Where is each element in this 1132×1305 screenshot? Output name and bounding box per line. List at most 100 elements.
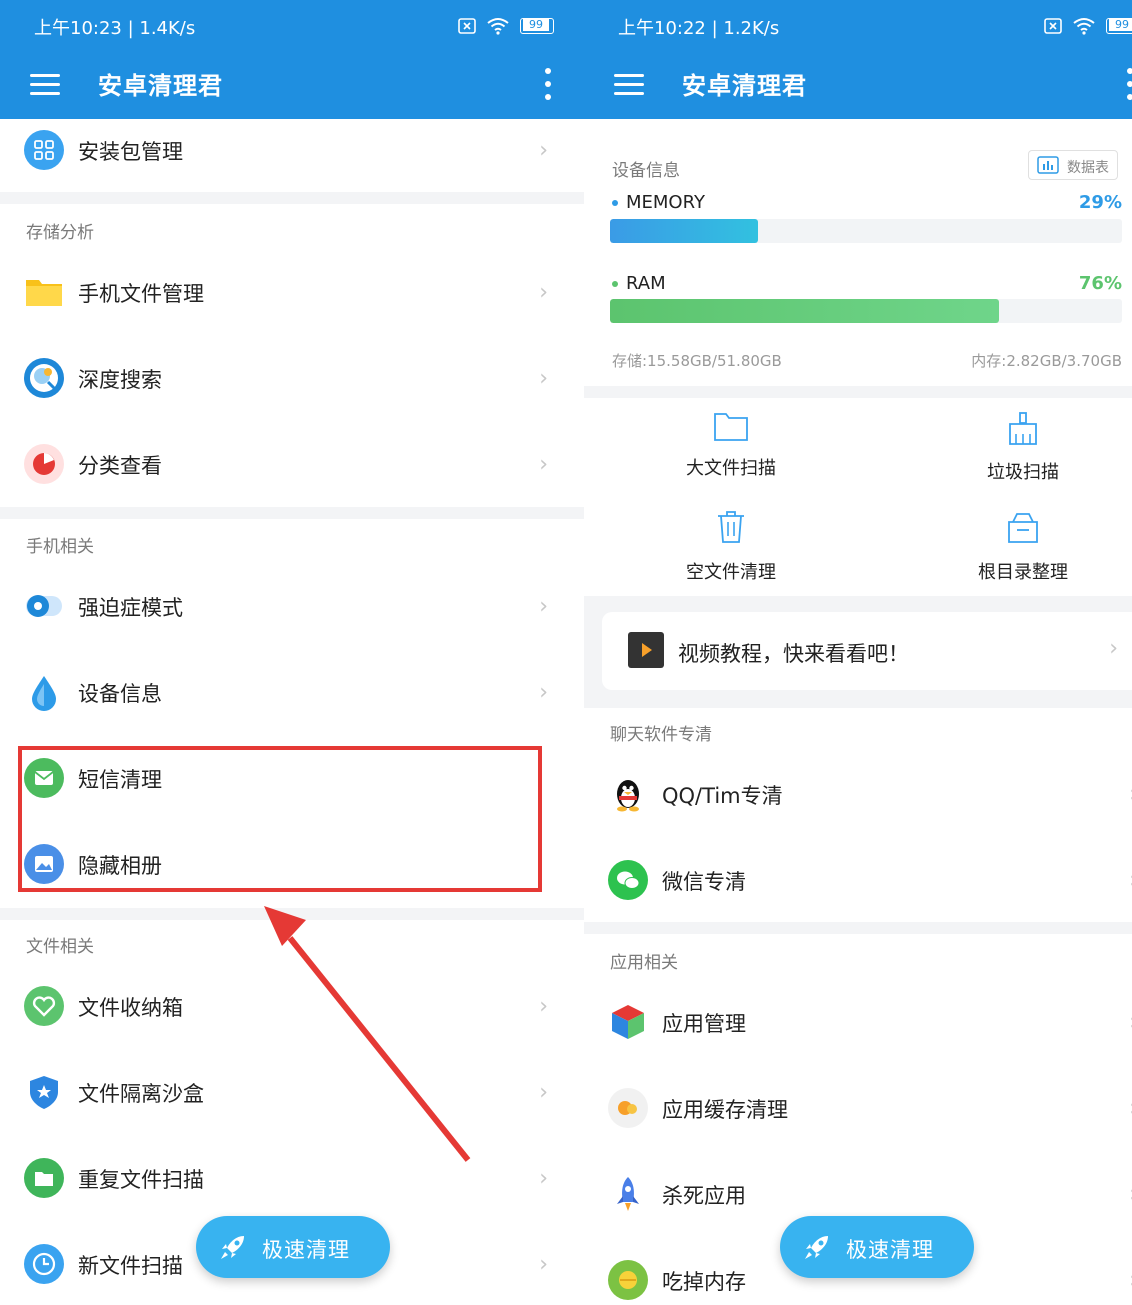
memory-percent: 29% [1078,192,1122,213]
ram-progress-bar [610,299,1122,323]
section-divider [584,922,1132,934]
list-item-label: 杀死应用 [662,1184,746,1208]
list-item-label: 深度搜索 [78,368,162,392]
app-bar: 安卓清理君 [584,52,1132,119]
video-tutorial-banner[interactable]: 视频教程，快来看看吧！ › [602,612,1132,690]
chevron-right-icon: › [539,280,548,305]
section-title-files: 文件相关 [26,937,94,957]
list-item-file-box[interactable]: 文件收纳箱 › [0,964,584,1050]
folder-icon [24,272,64,312]
list-item-category-view[interactable]: 分类查看 › [0,422,584,508]
rocket-icon [221,1236,244,1259]
battery-icon: 99 [520,18,554,34]
list-item-ocd-mode[interactable]: 强迫症模式 › [0,564,584,650]
wifi-icon [1073,18,1095,35]
chevron-right-icon: › [539,594,548,619]
status-icons: 99 [1044,16,1132,36]
status-time: 上午10:22 | 1.2K/s [618,18,780,39]
broom-icon [1009,412,1037,445]
sim-icon [458,18,476,34]
memory-progress-bar [610,219,1122,243]
section-divider [0,192,584,204]
rocket-icon [805,1236,828,1259]
app-title: 安卓清理君 [682,72,807,100]
toggle-icon [24,586,64,626]
chevron-right-icon: › [539,1080,548,1105]
left-screen: 上午10:23 | 1.4K/s 99 安卓清理君 安装包管理 › 存储分析 手… [0,0,584,1305]
chevron-right-icon: › [539,680,548,705]
list-item-app-manager[interactable]: 应用管理 › [584,980,1132,1066]
status-bar: 上午10:23 | 1.4K/s 99 [0,0,584,52]
list-item-label: 设备信息 [78,682,162,706]
clock-icon [24,1244,64,1284]
deep-search-icon [24,358,64,398]
ram-label: RAM [612,273,666,294]
empty-file-clean-button[interactable]: 空文件清理 [646,510,816,600]
highlight-box [18,746,542,892]
list-item-file-sandbox[interactable]: 文件隔离沙盒 › [0,1050,584,1136]
wifi-icon [487,18,509,35]
tool-label: 根目录整理 [978,562,1068,583]
menu-button[interactable] [28,66,64,102]
root-dir-organize-button[interactable]: 根目录整理 [938,510,1108,600]
folder-icon [24,1158,64,1198]
trash-icon [718,511,744,543]
battery-level: 99 [1109,19,1132,31]
data-table-button[interactable]: 数据表 [1028,150,1118,180]
list-item-label: 文件隔离沙盒 [78,1082,204,1106]
quick-clean-button[interactable]: 极速清理 [780,1216,974,1278]
list-item-wechat-clean[interactable]: 微信专清 › [584,838,1132,924]
list-item-label: 文件收纳箱 [78,996,183,1020]
organize-box-icon [1008,513,1038,543]
list-item-device-info[interactable]: 设备信息 › [0,650,584,736]
memory-usage-text: 内存:2.82GB/3.70GB [971,352,1122,370]
list-item-app-cache-clean[interactable]: 应用缓存清理 › [584,1066,1132,1152]
list-item-label: 安装包管理 [78,140,183,164]
chevron-right-icon: › [539,1252,548,1277]
quick-clean-button[interactable]: 极速清理 [196,1216,390,1278]
list-item-file-manager[interactable]: 手机文件管理 › [0,250,584,336]
list-item-duplicate-scan[interactable]: 重复文件扫描 › [0,1136,584,1222]
cache-icon [608,1088,648,1128]
section-title-apps: 应用相关 [610,953,678,973]
junk-scan-button[interactable]: 垃圾扫描 [938,412,1108,502]
bar-chart-icon [1037,156,1059,174]
more-options-button[interactable] [1122,64,1132,104]
list-item-label: 分类查看 [78,454,162,478]
ram-progress-fill [610,299,1000,323]
list-item-qq-clean[interactable]: QQ/Tim专清 › [584,752,1132,838]
battery-icon: 99 [1106,18,1132,34]
big-file-scan-button[interactable]: 大文件扫描 [646,410,816,500]
chevron-right-icon: › [539,1166,548,1191]
section-title-chat: 聊天软件专清 [610,725,712,745]
section-divider [584,386,1132,398]
tool-label: 空文件清理 [686,562,776,583]
menu-button[interactable] [612,66,648,102]
list-item-label: 强迫症模式 [78,596,183,620]
more-options-button[interactable] [540,64,556,104]
list-item-label: 应用缓存清理 [662,1098,788,1122]
tool-label: 大文件扫描 [686,458,776,479]
chevron-right-icon: › [539,138,548,163]
chevron-right-icon: › [539,452,548,477]
section-divider [0,507,584,519]
list-item-label: 手机文件管理 [78,282,204,306]
section-divider [0,908,584,920]
list-item-apk-manager[interactable]: 安装包管理 › [0,108,584,194]
right-screen: 上午10:22 | 1.2K/s 99 安卓清理君 设备信息 数据表 MEMOR… [584,0,1132,1305]
wechat-icon [608,860,648,900]
sim-icon [1044,18,1062,34]
list-item-label: 微信专清 [662,870,746,894]
rocket-icon [608,1174,648,1214]
qq-penguin-icon [608,774,648,814]
chevron-right-icon: › [539,366,548,391]
list-item-label: QQ/Tim专清 [662,784,783,808]
quick-clean-label: 极速清理 [262,1238,350,1262]
data-table-label: 数据表 [1067,160,1109,176]
app-title: 安卓清理君 [98,72,223,100]
video-play-icon [628,632,664,668]
section-title-phone: 手机相关 [26,537,94,557]
chevron-right-icon: › [539,994,548,1019]
list-item-deep-search[interactable]: 深度搜索 › [0,336,584,422]
cube-icon [608,1002,648,1042]
